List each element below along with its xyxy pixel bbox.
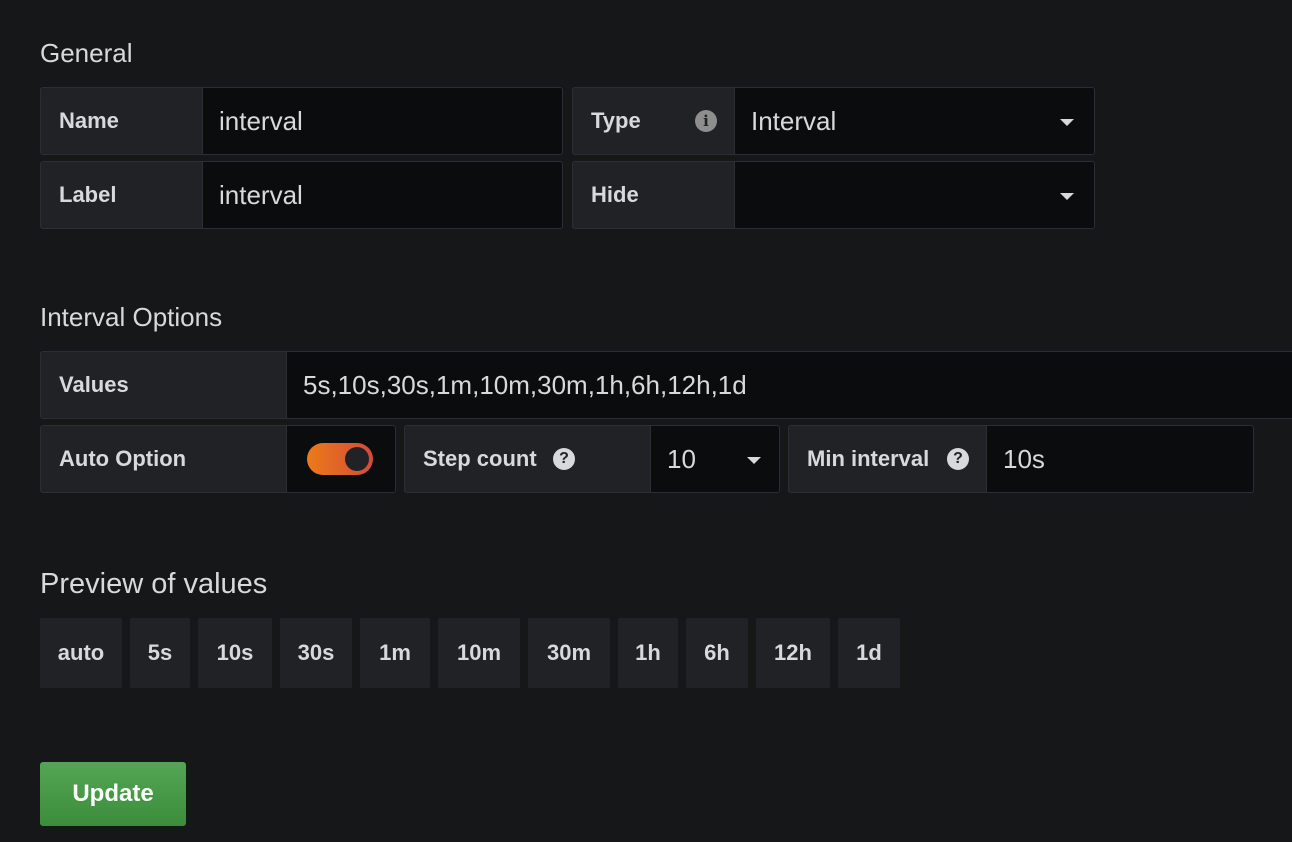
preview-chip: 1m xyxy=(360,618,430,688)
label-label: Label xyxy=(40,161,202,229)
preview-chip: 30m xyxy=(528,618,610,688)
auto-option-toggle[interactable] xyxy=(307,443,373,475)
step-count-label-text: Step count xyxy=(423,446,537,471)
min-interval-row: Min interval ? 10s xyxy=(788,425,1254,493)
name-label: Name xyxy=(40,87,202,155)
preview-section-title: Preview of values xyxy=(40,568,268,600)
min-interval-input[interactable]: 10s xyxy=(986,425,1254,493)
values-row: Values 5s,10s,30s,1m,10m,30m,1h,6h,12h,1… xyxy=(40,351,1292,419)
question-icon[interactable]: ? xyxy=(947,448,969,470)
type-row: Type i Interval xyxy=(572,87,1095,155)
preview-chip: 1d xyxy=(838,618,900,688)
type-label-text: Type xyxy=(591,108,641,133)
preview-chip: 12h xyxy=(756,618,830,688)
auto-option-toggle-cell xyxy=(286,425,396,493)
min-interval-label-text: Min interval xyxy=(807,446,930,471)
name-input[interactable]: interval xyxy=(202,87,563,155)
auto-option-label: Auto Option xyxy=(40,425,286,493)
update-button[interactable]: Update xyxy=(40,762,186,826)
auto-option-row: Auto Option xyxy=(40,425,396,493)
values-input[interactable]: 5s,10s,30s,1m,10m,30m,1h,6h,12h,1d xyxy=(286,351,1292,419)
step-count-value: 10 xyxy=(667,443,696,474)
preview-chip: auto xyxy=(40,618,122,688)
label-input[interactable]: interval xyxy=(202,161,563,229)
step-count-label: Step count ? xyxy=(404,425,650,493)
hide-row: Hide xyxy=(572,161,1095,229)
label-row: Label interval xyxy=(40,161,563,229)
name-row: Name interval xyxy=(40,87,563,155)
preview-chip: 10s xyxy=(198,618,272,688)
general-section-title: General xyxy=(40,38,133,68)
variable-editor: General Name interval Type i Interval La… xyxy=(0,0,1292,842)
chevron-down-icon xyxy=(1060,119,1074,126)
step-count-select[interactable]: 10 xyxy=(650,425,780,493)
chevron-down-icon xyxy=(1060,193,1074,200)
question-icon[interactable]: ? xyxy=(553,448,575,470)
preview-chip: 6h xyxy=(686,618,748,688)
info-icon[interactable]: i xyxy=(695,110,717,132)
interval-options-section-title: Interval Options xyxy=(40,302,223,332)
preview-chips: auto 5s 10s 30s 1m 10m 30m 1h 6h 12h 1d xyxy=(40,618,900,688)
hide-select[interactable] xyxy=(734,161,1095,229)
preview-chip: 30s xyxy=(280,618,352,688)
type-label: Type i xyxy=(572,87,734,155)
type-select[interactable]: Interval xyxy=(734,87,1095,155)
type-select-value: Interval xyxy=(751,105,837,136)
hide-label: Hide xyxy=(572,161,734,229)
preview-chip: 5s xyxy=(130,618,190,688)
min-interval-label: Min interval ? xyxy=(788,425,986,493)
chevron-down-icon xyxy=(747,457,761,464)
toggle-knob xyxy=(345,447,369,471)
values-label: Values xyxy=(40,351,286,419)
preview-chip: 1h xyxy=(618,618,678,688)
step-count-row: Step count ? 10 xyxy=(404,425,780,493)
preview-chip: 10m xyxy=(438,618,520,688)
